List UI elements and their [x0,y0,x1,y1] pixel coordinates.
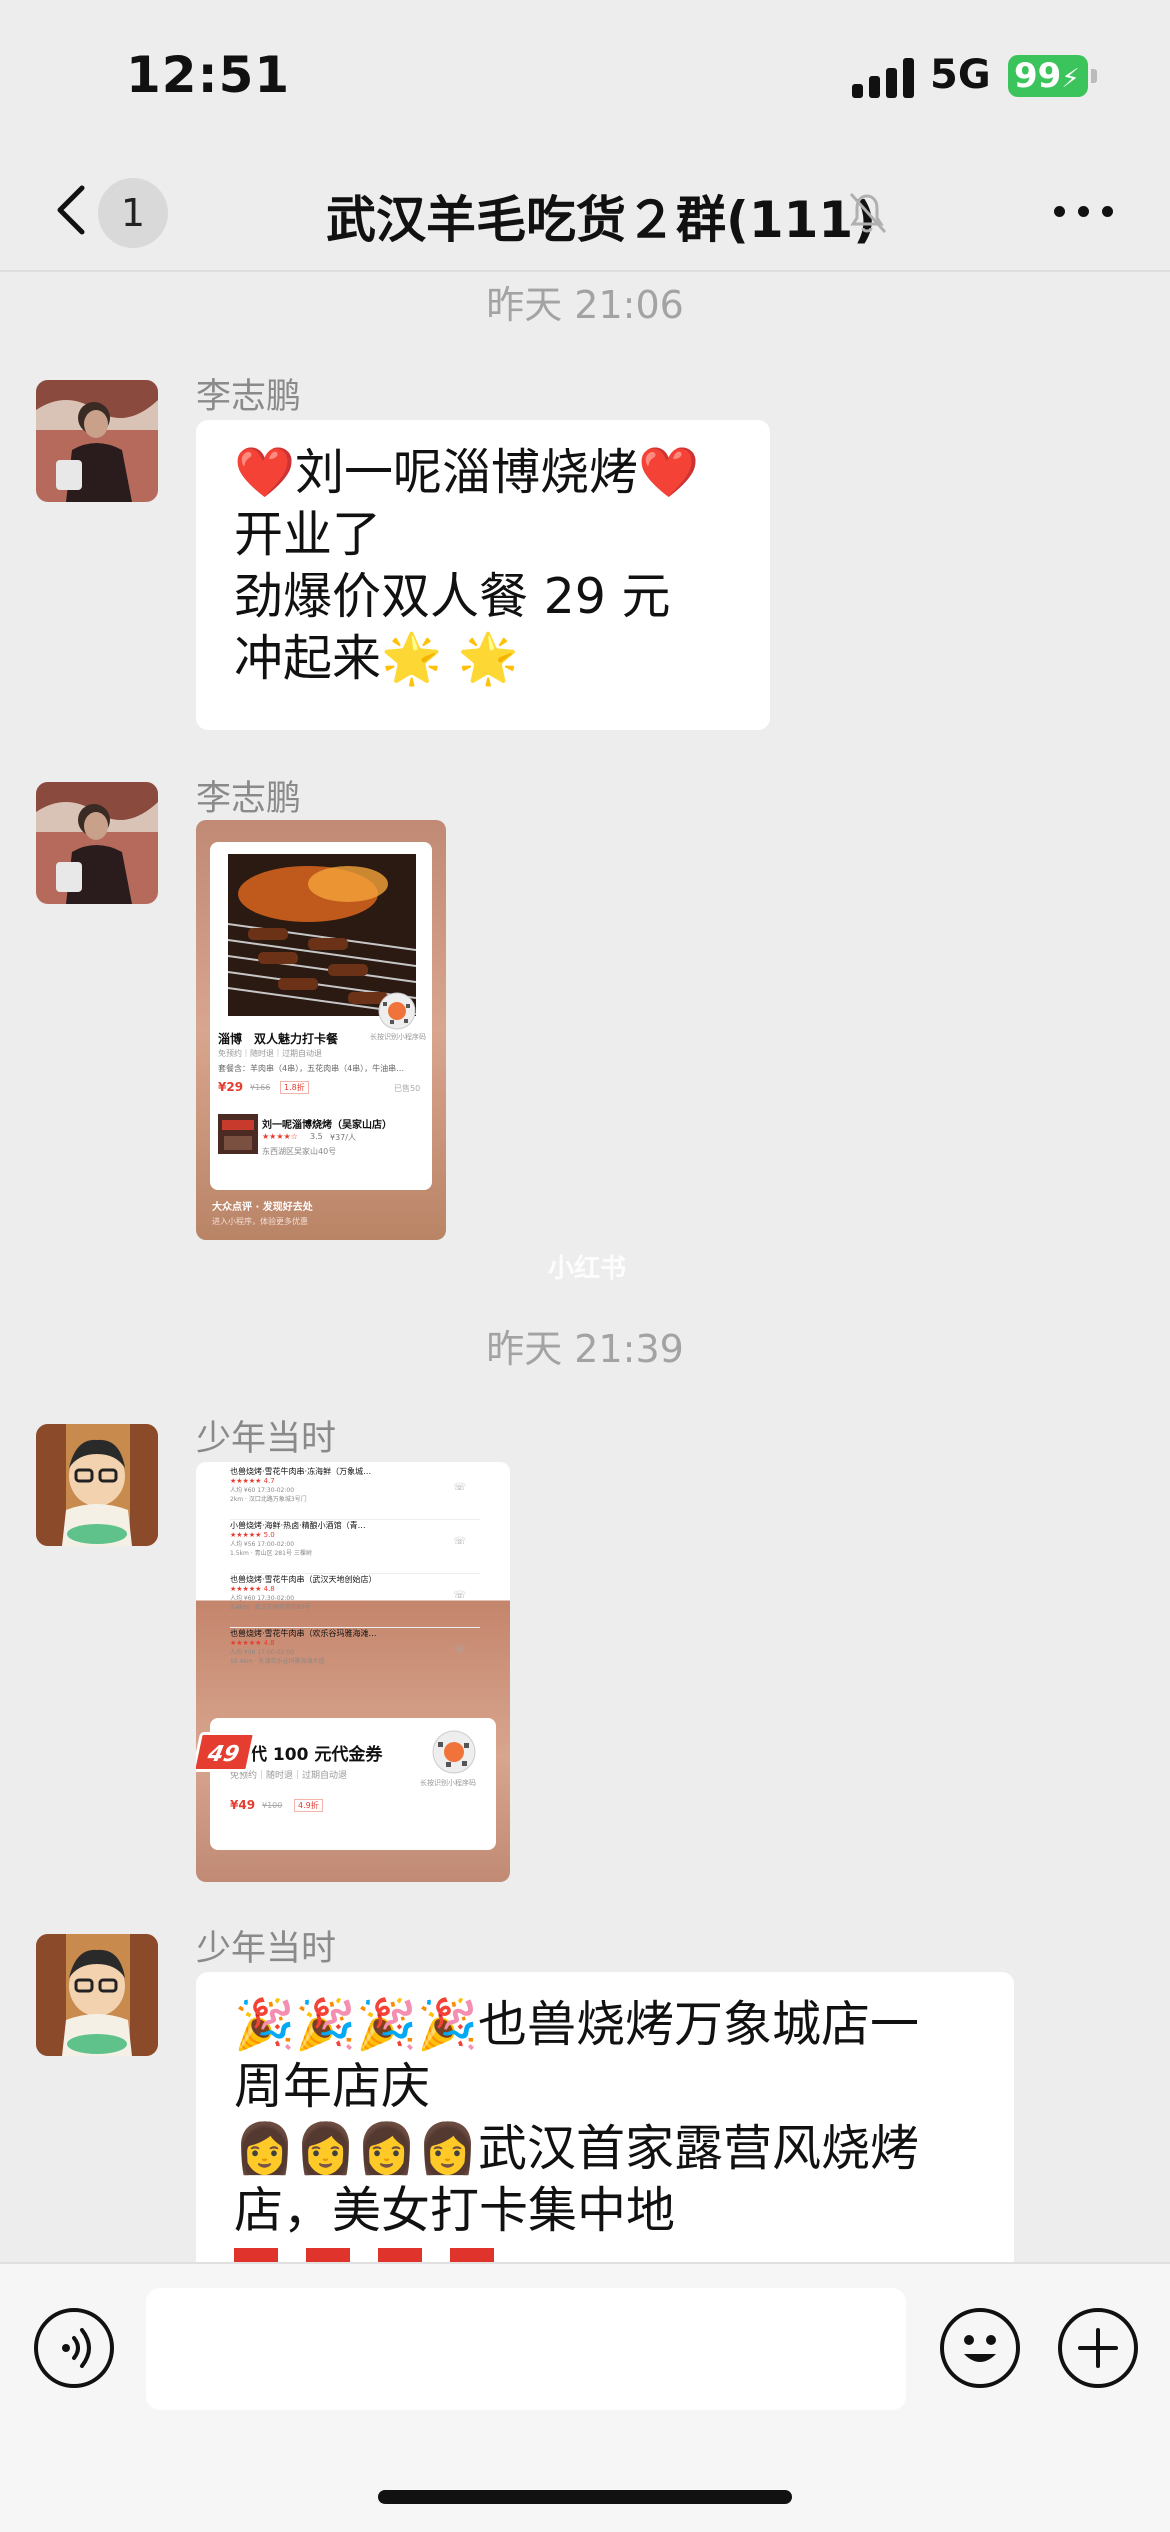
message-bubble[interactable]: 🎉🎉🎉🎉也兽烧烤万象城店一 周年店庆 👩👩👩👩武汉首家露营风烧烤 店，美女打卡集… [196,1972,1014,2272]
voice-wave-icon [62,2328,91,2368]
voucher-price: ¥49 [230,1798,256,1812]
shop-name: 也兽烧烤·雪花牛肉串（武汉天地创始店） [230,1575,377,1584]
timestamp: 昨天 21:39 [486,1327,684,1371]
battery-cap [1091,69,1097,83]
battery-icon: 99⚡ [1008,55,1088,97]
deal-items: 套餐含：羊肉串（4串），五花肉串（4串），牛油串… [218,1064,405,1073]
home-indicator[interactable] [378,2490,792,2504]
avatar[interactable] [36,1424,158,1546]
phone-icon[interactable]: ☏ [453,1590,466,1601]
shared-image-card[interactable]: 也兽烧烤·雪花牛肉串·冻海鲜（万象城… ★★★★★ 4.7 人均 ¥60 17:… [196,1462,510,1882]
voucher-old-price: ¥100 [262,1801,283,1810]
shop-address: 2km · 汉口北路万象城3号门 [230,1496,307,1503]
shop-name: 也兽烧烤·雪花牛肉串·冻海鲜（万象城… [230,1467,372,1476]
message-bubble[interactable]: ❤️刘一呢淄博烧烤❤️ 开业了 劲爆价双人餐 29 元 冲起来🌟 🌟 [196,420,770,730]
rating: 4.8 [263,1585,275,1593]
message-line: 👩👩👩👩武汉首家露营风烧烤 [234,2120,920,2177]
rating-stars-icon: ★★★★★ 5.0 [230,1531,275,1539]
deal-discount-badge: 1.8折 [280,1081,309,1094]
list-item: 也兽烧烤·雪花牛肉串·冻海鲜（万象城… ★★★★★ 4.7 人均 ¥60 17:… [230,1466,480,1520]
deal-title: 淄博 双人魅力打卡餐 [218,1032,339,1046]
list-item: 也兽烧烤·雪花牛肉串（欢乐谷玛雅海滩… ★★★★★ 4.8 人均 ¥56 17:… [230,1628,480,1682]
voucher-discount-badge: 4.9折 [294,1799,323,1812]
sender-name: 少年当时 [196,1419,337,1459]
muted-bell-icon [849,192,887,234]
shop-meta: 人均 ¥60 17:30-02:00 [230,1487,295,1494]
message-line: 店，美女打卡集中地 [234,2182,676,2239]
footer-caption: 进入小程序，体验更多优惠 [212,1217,308,1226]
rating: 4.7 [263,1477,275,1485]
shop-price: ¥37/人 [330,1133,356,1142]
avatar[interactable] [36,380,158,502]
shop-list: 也兽烧烤·雪花牛肉串·冻海鲜（万象城… ★★★★★ 4.7 人均 ¥60 17:… [230,1466,480,1682]
shop-meta: 人均 ¥60 17:30-02:00 [230,1595,295,1602]
avatar[interactable] [36,1934,158,2056]
rating-stars-icon: ★★★★★ 4.7 [230,1477,275,1485]
timestamp: 昨天 21:06 [486,283,684,327]
plus-icon [1078,2328,1118,2368]
shop-address: 东西湖区吴家山40号 [262,1147,337,1156]
message-line: 周年店庆 [234,2058,431,2115]
chat-header: 1 武汉羊毛吃货２群(111) [0,150,1170,272]
network-type: 5G [930,52,991,98]
message-line: 冲起来🌟 🌟 [234,630,519,687]
message-line: 开业了 [234,506,382,563]
sender-name: 李志鹏 [196,779,302,819]
price-burst-badge: 49 [196,1732,257,1772]
battery-level: 99 [1014,56,1062,96]
message-input[interactable] [146,2288,906,2410]
qr-code-icon [378,992,416,1030]
list-item: 也兽烧烤·雪花牛肉串（武汉天地创始店） ★★★★★ 4.8 人均 ¥60 17:… [230,1574,480,1628]
status-bar: 12:51 5G 99⚡ [0,0,1170,150]
more-options-icon[interactable] [1054,202,1114,222]
shop-name: 小兽烧烤·海鲜·热卤·精酿小酒馆（青… [230,1521,366,1530]
qr-code-icon [432,1730,476,1774]
deal-sold-count: 已售50 [394,1084,421,1093]
qr-caption: 长按识别小程序码 [420,1779,476,1787]
chat-title: 武汉羊毛吃货２群(111) [326,191,877,249]
shared-image-card[interactable]: 长按识别小程序码 淄博 双人魅力打卡餐 免预约｜随时退｜过期自动退 套餐含：羊肉… [196,820,446,1240]
shop-meta: 人均 ¥56 17:00-02:00 [230,1649,295,1656]
shop-address: 1.5km · 青山区 281号 三棵树 [230,1550,312,1557]
phone-icon[interactable]: ☏ [453,1644,466,1655]
qr-caption: 长按识别小程序码 [370,1033,426,1041]
shop-address: 3.4km · 武汉天地商务街88号 [230,1604,311,1611]
sender-name: 李志鹏 [196,377,302,417]
rating: 5.0 [263,1531,275,1539]
brand-caption: 大众点评 · 发现好去处 [212,1202,313,1213]
watermark: 小红书 [548,1254,627,1284]
deal-card: 长按识别小程序码 淄博 双人魅力打卡餐 免预约｜随时退｜过期自动退 套餐含：羊肉… [210,842,432,1190]
message-line: 劲爆价双人餐 29 元 [234,568,671,625]
status-time: 12:51 [126,46,291,104]
rating: 4.8 [263,1639,275,1647]
message-line: 🎉🎉🎉🎉也兽烧烤万象城店一 [234,1996,920,2053]
deal-price: ¥29 [218,1080,244,1094]
message-line: ❤️刘一呢淄博烧烤❤️ [234,444,700,501]
back-chevron-icon[interactable] [50,180,90,240]
shop-meta: 人均 ¥56 17:00-02:00 [230,1541,295,1548]
voucher-title: 代 100 元代金券 [250,1745,383,1765]
shop-rating: 3.5 [310,1132,323,1141]
phone-icon[interactable]: ☏ [453,1482,466,1493]
voice-input-button[interactable] [34,2308,114,2388]
avatar[interactable] [36,782,158,904]
rating-stars-icon: ★★★★★ 4.8 [230,1639,275,1647]
add-attachment-button[interactable] [1058,2308,1138,2388]
rating-stars-icon: ★★★★★ 4.8 [230,1585,275,1593]
sender-name: 少年当时 [196,1929,337,1969]
cellular-signal-icon [852,58,916,98]
deal-old-price: ¥166 [250,1083,271,1092]
shop-name: 刘一呢淄博烧烤（吴家山店） [262,1120,392,1131]
unread-count-badge[interactable]: 1 [98,178,168,248]
smiley-icon [964,2335,996,2362]
emoji-button[interactable] [940,2308,1020,2388]
shop-name: 也兽烧烤·雪花牛肉串（欢乐谷玛雅海滩… [230,1629,377,1638]
phone-icon[interactable]: ☏ [453,1536,466,1547]
list-item: 小兽烧烤·海鲜·热卤·精酿小酒馆（青… ★★★★★ 5.0 人均 ¥56 17:… [230,1520,480,1574]
shop-photo [218,1114,258,1154]
deal-terms: 免预约｜随时退｜过期自动退 [218,1049,322,1058]
shop-address: 10.4km · 东湖欢乐谷玛雅海滩大道 [230,1658,325,1665]
shop-rating-stars-icon: ★★★★☆ [262,1132,298,1141]
